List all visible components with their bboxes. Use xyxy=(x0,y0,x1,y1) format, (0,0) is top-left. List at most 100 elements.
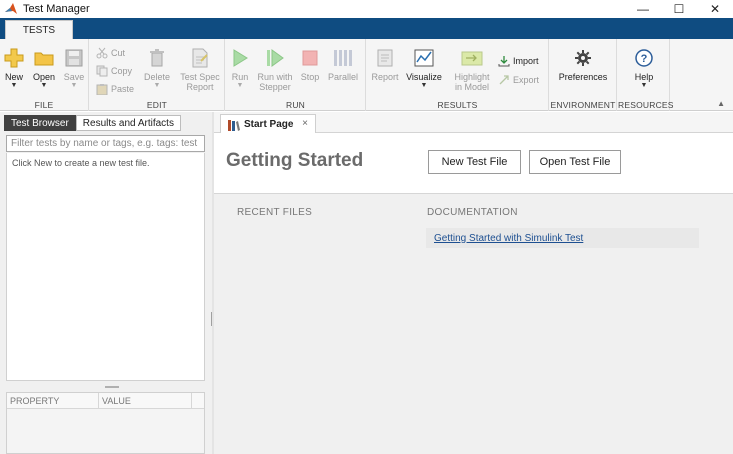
start-page-tab-label: Start Page xyxy=(244,119,294,130)
delete-label: Delete xyxy=(143,72,170,82)
window-title: Test Manager xyxy=(23,3,90,15)
start-page-content: Getting Started New Test File Open Test … xyxy=(214,133,733,454)
highlight-label: Highlight xyxy=(454,72,490,82)
close-tab-icon[interactable]: × xyxy=(302,118,308,129)
results-group: Report Visualize ▼ Highlight in Model Im… xyxy=(367,39,549,111)
value-column-header: VALUE xyxy=(99,393,192,408)
environment-group: Preferences ENVIRONMENT xyxy=(550,39,617,111)
chevron-down-icon: ▼ xyxy=(153,82,161,89)
highlight-in-model-button[interactable]: Highlight in Model xyxy=(451,47,493,92)
test-spec-report-button[interactable]: Test Spec Report xyxy=(178,47,222,92)
paste-button[interactable]: Paste xyxy=(96,82,134,96)
parallel-button[interactable]: Parallel xyxy=(326,47,360,82)
help-button[interactable]: ? Help ▼ xyxy=(628,47,660,90)
save-label: Save xyxy=(63,72,85,82)
export-icon xyxy=(498,74,510,86)
tab-tests[interactable]: TESTS xyxy=(5,20,73,39)
highlight-model-icon xyxy=(461,47,483,69)
file-group: New ▼ Open ▼ Save ▼ FILE xyxy=(0,39,89,111)
cut-button[interactable]: Cut xyxy=(96,46,125,60)
documentation-link-row: Getting Started with Simulink Test xyxy=(426,228,699,248)
chevron-down-icon: ▼ xyxy=(40,82,48,89)
minimize-button[interactable]: — xyxy=(625,0,661,18)
line-graph-icon xyxy=(413,47,435,69)
getting-started-header: Getting Started New Test File Open Test … xyxy=(214,133,733,194)
import-icon xyxy=(498,55,510,67)
run-with-stepper-button[interactable]: Run with Stepper xyxy=(255,47,295,92)
tab-start-page[interactable]: Start Page × xyxy=(220,114,316,134)
property-table-header: PROPERTY VALUE xyxy=(7,393,204,409)
page-title: Getting Started xyxy=(226,150,364,171)
toolstrip: New ▼ Open ▼ Save ▼ FILE Cut Copy Paste … xyxy=(0,39,733,111)
test-tree[interactable]: Click New to create a new test file. xyxy=(6,153,205,381)
run-group: Run ▼ Run with Stepper Stop Parallel RUN xyxy=(226,39,366,111)
filter-tests-input[interactable] xyxy=(6,135,205,152)
preferences-button[interactable]: Preferences xyxy=(553,47,613,82)
documentation-heading: DOCUMENTATION xyxy=(427,207,518,218)
matlab-logo-icon xyxy=(4,2,18,16)
window-controls: — ☐ ✕ xyxy=(625,0,733,18)
report-label: Report xyxy=(371,72,399,82)
run-label: Run xyxy=(231,72,249,82)
delete-button[interactable]: Delete ▼ xyxy=(142,47,172,90)
clipboard-icon xyxy=(96,83,108,95)
trash-icon xyxy=(146,47,168,69)
export-label: Export xyxy=(513,75,540,85)
vertical-splitter-grip[interactable] xyxy=(211,312,213,326)
copy-button[interactable]: Copy xyxy=(96,64,132,78)
left-panel: Test Browser Results and Artifacts Click… xyxy=(0,112,212,454)
horizontal-splitter-handle[interactable] xyxy=(105,386,119,388)
tab-test-browser[interactable]: Test Browser xyxy=(4,115,76,131)
run-group-label: RUN xyxy=(285,100,305,110)
stop-icon xyxy=(299,47,321,69)
new-test-file-button[interactable]: New Test File xyxy=(428,150,521,174)
chevron-down-icon: ▼ xyxy=(10,82,18,89)
scissors-icon xyxy=(96,47,108,59)
empty-hint-text: Click New to create a new test file. xyxy=(12,158,150,168)
chevron-down-icon: ▼ xyxy=(640,82,648,89)
books-icon xyxy=(227,119,240,131)
report-document-icon xyxy=(189,47,211,69)
save-button[interactable]: Save ▼ xyxy=(61,47,87,90)
edit-group-label: EDIT xyxy=(146,100,168,110)
run-button[interactable]: Run ▼ xyxy=(228,47,252,90)
svg-text:?: ? xyxy=(641,53,648,65)
chevron-down-icon: ▼ xyxy=(70,82,78,89)
property-column-header: PROPERTY xyxy=(7,393,99,408)
in-model-label: in Model xyxy=(454,82,490,92)
results-group-label: RESULTS xyxy=(437,100,478,110)
folder-icon xyxy=(33,47,55,69)
maximize-button[interactable]: ☐ xyxy=(661,0,697,18)
gear-icon xyxy=(572,47,594,69)
open-button[interactable]: Open ▼ xyxy=(30,47,58,90)
title-bar: Test Manager — ☐ ✕ xyxy=(0,0,733,18)
file-group-label: FILE xyxy=(34,100,54,110)
edit-group: Cut Copy Paste Delete ▼ Test Spec Report… xyxy=(90,39,225,111)
parallel-bars-icon xyxy=(332,47,354,69)
open-label: Open xyxy=(32,72,56,82)
collapse-toolstrip-icon[interactable]: ▲ xyxy=(717,99,725,108)
step-play-icon xyxy=(264,47,286,69)
document-tabbar: Start Page × xyxy=(214,112,733,134)
export-button[interactable]: Export xyxy=(498,73,539,87)
stepper-label: Stepper xyxy=(259,82,291,92)
new-label: New xyxy=(4,72,23,82)
getting-started-simulink-test-link[interactable]: Getting Started with Simulink Test xyxy=(434,233,583,244)
stop-label: Stop xyxy=(300,72,320,82)
tab-results-and-artifacts[interactable]: Results and Artifacts xyxy=(75,115,181,131)
stop-button[interactable]: Stop xyxy=(298,47,322,82)
left-panel-tabs: Test Browser Results and Artifacts xyxy=(4,115,181,131)
resources-group: ? Help ▼ RESOURCES xyxy=(618,39,673,111)
import-button[interactable]: Import xyxy=(498,54,539,68)
open-test-file-button[interactable]: Open Test File xyxy=(529,150,621,174)
close-button[interactable]: ✕ xyxy=(697,0,733,18)
new-button[interactable]: New ▼ xyxy=(2,47,26,90)
help-question-icon: ? xyxy=(633,47,655,69)
visualize-button[interactable]: Visualize ▼ xyxy=(405,47,443,90)
report-button[interactable]: Report xyxy=(369,47,401,82)
recent-files-heading: RECENT FILES xyxy=(237,207,313,218)
copy-label: Copy xyxy=(111,66,133,76)
copy-icon xyxy=(96,65,108,77)
plus-icon xyxy=(3,47,25,69)
report-icon xyxy=(374,47,396,69)
